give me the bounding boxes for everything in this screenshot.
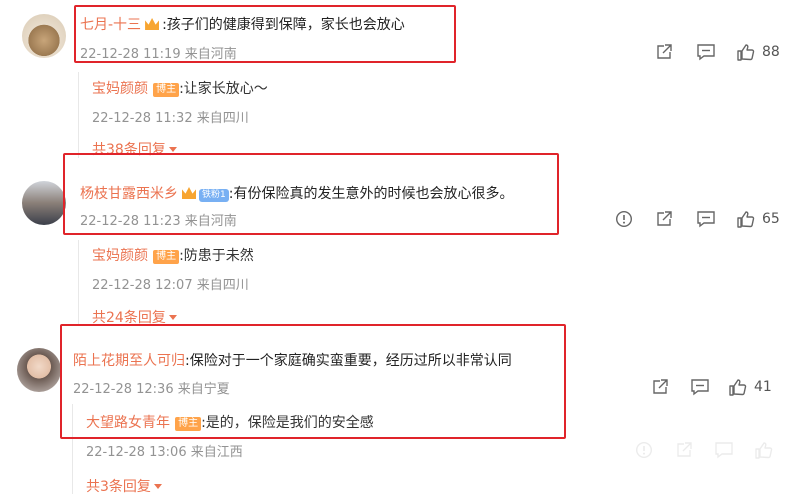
reply-meta: 22-12-28 11:32 来自四川 [92,111,249,126]
highlight-box [60,324,566,439]
reply-item: 宝妈颜颜 博主:防患于未然 [92,245,254,265]
like-icon[interactable] [728,377,748,397]
comment-actions: 88 [654,42,780,62]
report-icon[interactable] [614,209,634,229]
reply-meta: 22-12-28 12:07 来自四川 [92,278,249,293]
share-icon[interactable] [654,209,674,229]
comment-actions: 65 [614,209,780,229]
reply-meta: 22-12-28 13:06 来自江西 [86,445,243,460]
share-icon[interactable] [674,440,694,460]
reply-text: :让家长放心～ [179,81,268,97]
highlight-box [63,153,559,235]
expand-arrow-icon [153,484,162,489]
expand-arrow-icon [168,315,177,320]
comment-icon[interactable] [714,440,734,460]
reply-username[interactable]: 宝妈颜颜 [92,248,148,264]
blogger-badge: 博主 [153,83,180,97]
avatar[interactable] [22,181,66,225]
like-count: 65 [762,211,780,227]
like-count: 41 [754,379,772,395]
reply-username[interactable]: 宝妈颜颜 [92,81,148,97]
report-icon[interactable] [634,440,654,460]
reply-thread-line [78,240,79,326]
expand-arrow-icon [168,147,177,152]
reply-thread-line [78,72,79,158]
comment-icon[interactable] [696,42,716,62]
comment-icon[interactable] [696,209,716,229]
reply-item: 宝妈颜颜 博主:让家长放心～ [92,78,268,98]
share-icon[interactable] [650,377,670,397]
like-icon[interactable] [754,440,774,460]
like-icon[interactable] [736,42,756,62]
comment-icon[interactable] [690,377,710,397]
comment-actions: 41 [650,377,772,397]
share-icon[interactable] [654,42,674,62]
like-count: 88 [762,44,780,60]
blogger-badge: 博主 [153,250,180,264]
like-icon[interactable] [736,209,756,229]
avatar[interactable] [17,348,61,392]
reply-text: :防患于未然 [179,248,254,264]
highlight-box [74,5,456,63]
reply-actions [634,440,774,460]
more-replies-link[interactable]: 共3条回复 [86,476,162,496]
avatar[interactable] [22,14,66,58]
